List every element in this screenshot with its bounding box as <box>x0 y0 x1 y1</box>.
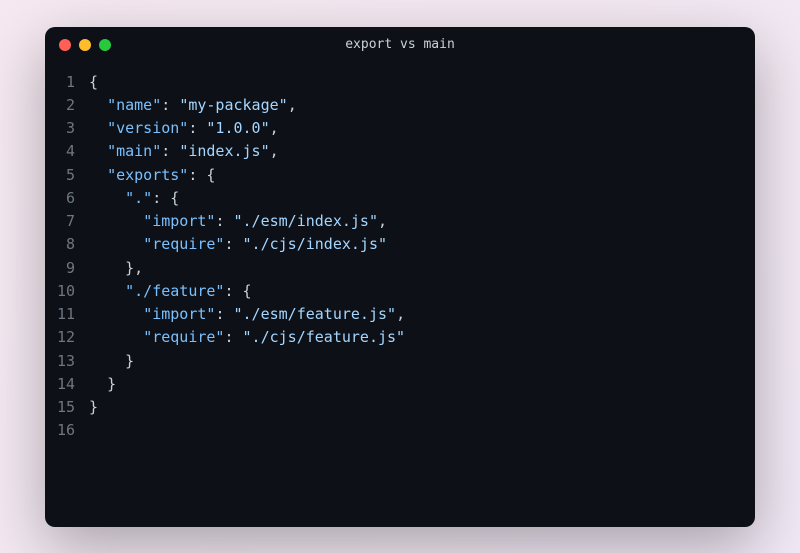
code-line: 16 <box>45 419 755 442</box>
line-number: 5 <box>45 164 89 187</box>
code-line: 7 "import": "./esm/index.js", <box>45 210 755 233</box>
line-number: 13 <box>45 350 89 373</box>
line-number: 2 <box>45 94 89 117</box>
line-number: 15 <box>45 396 89 419</box>
close-icon[interactable] <box>59 39 71 51</box>
code-editor[interactable]: 1 { 2 "name": "my-package", 3 "version":… <box>45 63 755 527</box>
code-content: { <box>89 71 98 94</box>
line-number: 8 <box>45 233 89 256</box>
code-content: "./feature": { <box>89 280 252 303</box>
code-line: 10 "./feature": { <box>45 280 755 303</box>
code-content: } <box>89 396 98 419</box>
line-number: 7 <box>45 210 89 233</box>
minimize-icon[interactable] <box>79 39 91 51</box>
code-line: 9 }, <box>45 257 755 280</box>
code-line: 12 "require": "./cjs/feature.js" <box>45 326 755 349</box>
line-number: 3 <box>45 117 89 140</box>
code-line: 2 "name": "my-package", <box>45 94 755 117</box>
line-number: 10 <box>45 280 89 303</box>
line-number: 11 <box>45 303 89 326</box>
line-number: 9 <box>45 257 89 280</box>
code-line: 8 "require": "./cjs/index.js" <box>45 233 755 256</box>
code-content: "require": "./cjs/feature.js" <box>89 326 405 349</box>
code-content: }, <box>89 257 143 280</box>
code-content: "require": "./cjs/index.js" <box>89 233 387 256</box>
code-line: 3 "version": "1.0.0", <box>45 117 755 140</box>
line-number: 1 <box>45 71 89 94</box>
code-window: export vs main 1 { 2 "name": "my-package… <box>45 27 755 527</box>
line-number: 16 <box>45 419 89 442</box>
line-number: 12 <box>45 326 89 349</box>
code-line: 5 "exports": { <box>45 164 755 187</box>
code-line: 4 "main": "index.js", <box>45 140 755 163</box>
line-number: 6 <box>45 187 89 210</box>
code-content: "import": "./esm/index.js", <box>89 210 387 233</box>
code-line: 15 } <box>45 396 755 419</box>
code-line: 13 } <box>45 350 755 373</box>
window-title: export vs main <box>345 37 455 52</box>
maximize-icon[interactable] <box>99 39 111 51</box>
code-line: 11 "import": "./esm/feature.js", <box>45 303 755 326</box>
traffic-lights <box>59 39 111 51</box>
code-line: 6 ".": { <box>45 187 755 210</box>
code-content: } <box>89 350 134 373</box>
code-content: "version": "1.0.0", <box>89 117 279 140</box>
titlebar: export vs main <box>45 27 755 63</box>
code-content: } <box>89 373 116 396</box>
line-number: 14 <box>45 373 89 396</box>
line-number: 4 <box>45 140 89 163</box>
code-content: ".": { <box>89 187 179 210</box>
code-content: "exports": { <box>89 164 215 187</box>
code-line: 14 } <box>45 373 755 396</box>
code-content: "name": "my-package", <box>89 94 297 117</box>
code-line: 1 { <box>45 71 755 94</box>
code-content: "main": "index.js", <box>89 140 279 163</box>
code-content: "import": "./esm/feature.js", <box>89 303 405 326</box>
